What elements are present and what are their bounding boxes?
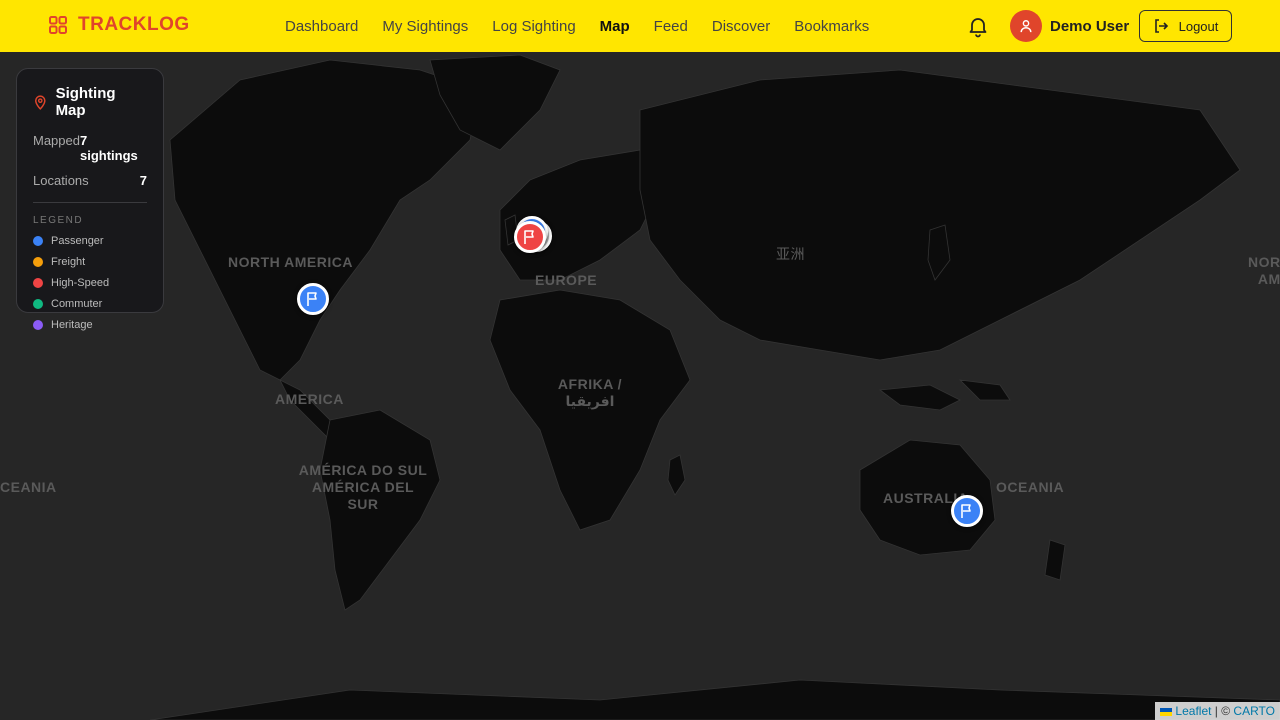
legend-dot	[33, 236, 43, 246]
flag-icon	[961, 504, 971, 518]
nav-bookmarks[interactable]: Bookmarks	[794, 18, 869, 35]
label-north-america-right: NORTH AME	[1248, 254, 1280, 287]
flag-icon	[524, 230, 534, 244]
avatar	[1010, 10, 1042, 42]
legend-item-passenger: Passenger	[33, 235, 147, 247]
label-america: AMERICA	[275, 391, 344, 407]
carto-link[interactable]: CARTO	[1233, 704, 1275, 718]
legend-label: High-Speed	[51, 277, 110, 289]
logout-icon	[1154, 19, 1168, 33]
map-attribution: Leaflet | © CARTO	[1155, 702, 1280, 720]
legend-item-heritage: Heritage	[33, 319, 147, 331]
brand-logo[interactable]: TRACKLOG	[48, 14, 190, 36]
nav-discover[interactable]: Discover	[712, 18, 770, 35]
user-icon	[1020, 20, 1032, 33]
nav-dashboard[interactable]: Dashboard	[285, 18, 358, 35]
panel-divider	[33, 202, 147, 203]
legend-label: Freight	[51, 256, 86, 268]
legend-dot	[33, 320, 43, 330]
legend-item-high-speed: High-Speed	[33, 277, 147, 289]
sighting-map-panel: Sighting Map Mapped 7 sightings Location…	[16, 68, 164, 331]
nav-log-sighting[interactable]: Log Sighting	[492, 18, 575, 35]
legend-dot	[33, 278, 43, 288]
legend-item-commuter: Commuter	[33, 298, 147, 310]
map-base-layer	[0, 52, 1280, 720]
top-navbar: TRACKLOG Dashboard My Sightings Log Sigh…	[0, 0, 1280, 52]
leaflet-link[interactable]: Leaflet	[1175, 704, 1211, 718]
locations-value: 7	[139, 173, 147, 188]
legend-label: Heritage	[51, 319, 93, 331]
legend-dot	[33, 299, 43, 309]
bell-icon[interactable]	[966, 14, 990, 38]
sighting-marker[interactable]	[951, 495, 983, 527]
sighting-marker[interactable]	[297, 283, 329, 315]
label-africa: AFRIKA / افريقيا	[557, 376, 623, 409]
legend-dot	[33, 257, 43, 267]
label-south-america-1: AMÉRICA DO SUL	[298, 462, 428, 478]
legend-item-freight: Freight	[33, 256, 147, 268]
main-nav: Dashboard My Sightings Log Sighting Map …	[285, 0, 893, 52]
label-oceania-left: CEANIA	[0, 479, 57, 495]
sighting-marker[interactable]	[514, 221, 546, 253]
mapped-row: Mapped 7 sightings	[33, 133, 147, 163]
legend-title: LEGEND	[33, 215, 84, 226]
logout-button[interactable]: Logout	[1139, 10, 1232, 42]
logout-label: Logout	[1178, 18, 1219, 34]
mapped-label: Mapped	[33, 133, 80, 148]
brand-name: TRACKLOG	[78, 14, 190, 35]
panel-header: Sighting Map	[33, 85, 147, 119]
flag-icon	[307, 292, 317, 306]
locations-row: Locations 7	[33, 173, 147, 188]
panel-title: Sighting Map	[55, 85, 116, 119]
label-asia: 亚洲	[776, 246, 805, 262]
legend-label: Passenger	[51, 235, 104, 247]
world-map[interactable]: NORTH AMERICA NORTH AME EUROPE 亚洲 AMERIC…	[0, 52, 1280, 720]
map-pin-icon	[35, 94, 46, 110]
mapped-value: 7 sightings	[79, 133, 138, 163]
grid-icon	[49, 16, 67, 34]
label-europe: EUROPE	[535, 272, 598, 288]
nav-feed[interactable]: Feed	[654, 18, 688, 35]
user-menu[interactable]: Demo User	[1010, 10, 1129, 42]
label-south-america-2: AMÉRICA DEL SUR	[311, 479, 415, 512]
label-north-america: NORTH AMERICA	[228, 254, 353, 270]
legend-label: Commuter	[51, 298, 103, 310]
locations-label: Locations	[33, 173, 89, 188]
label-oceania: OCEANIA	[996, 479, 1065, 495]
attribution-separator: | ©	[1211, 704, 1234, 718]
ukraine-flag-icon	[1160, 707, 1173, 716]
nav-my-sightings[interactable]: My Sightings	[382, 18, 468, 35]
user-name: Demo User	[1050, 17, 1130, 35]
nav-map[interactable]: Map	[600, 18, 630, 35]
